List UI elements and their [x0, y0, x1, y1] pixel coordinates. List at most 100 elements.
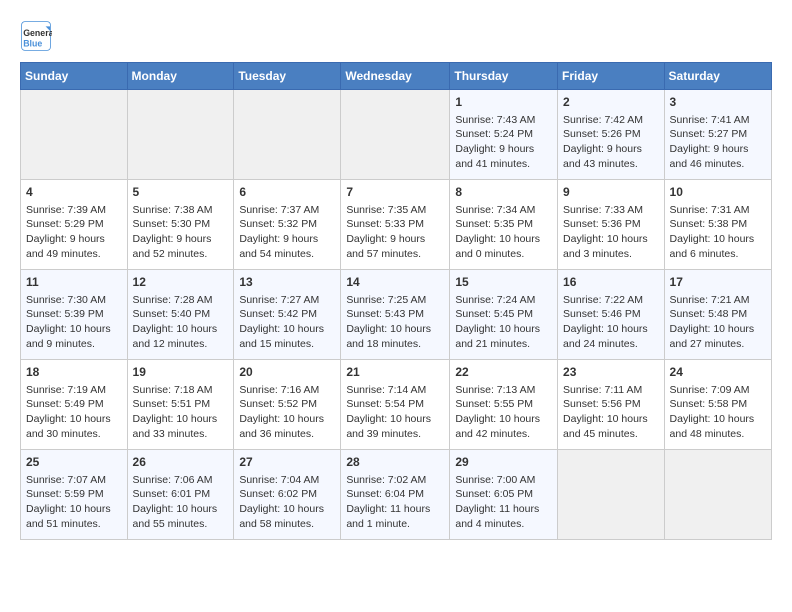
calendar-cell: 25Sunrise: 7:07 AMSunset: 5:59 PMDayligh…	[21, 450, 128, 540]
day-info: Daylight: 11 hours	[455, 502, 552, 517]
day-number: 7	[346, 184, 444, 201]
day-info: Sunrise: 7:42 AM	[563, 113, 659, 128]
day-info: Sunset: 5:45 PM	[455, 307, 552, 322]
day-info: and 58 minutes.	[239, 517, 335, 532]
day-info: Sunset: 5:48 PM	[670, 307, 766, 322]
calendar-cell: 24Sunrise: 7:09 AMSunset: 5:58 PMDayligh…	[664, 360, 771, 450]
calendar-cell: 27Sunrise: 7:04 AMSunset: 6:02 PMDayligh…	[234, 450, 341, 540]
day-number: 26	[133, 454, 229, 471]
day-number: 28	[346, 454, 444, 471]
day-info: and 39 minutes.	[346, 427, 444, 442]
day-info: Daylight: 11 hours	[346, 502, 444, 517]
week-row-3: 18 Sunrise: 7:19 AMSunset: 5:49 PM Dayligh…	[21, 360, 772, 450]
day-info: and 9 minutes.	[26, 337, 122, 352]
day-info: Sunrise: 7:27 AM	[239, 293, 335, 308]
day-number: 6	[239, 184, 335, 201]
day-info: Sunset: 5:36 PM	[563, 217, 659, 232]
calendar-cell: 6Sunrise: 7:37 AMSunset: 5:32 PMDaylight…	[234, 180, 341, 270]
day-info: Daylight: 9 hours	[239, 232, 335, 247]
calendar-cell: 1Sunrise: 7:43 AMSunset: 5:24 PMDaylight…	[450, 90, 558, 180]
day-info: Sunrise: 7:04 AM	[239, 473, 335, 488]
day-info: and 6 minutes.	[670, 247, 766, 262]
day-number: 5	[133, 184, 229, 201]
day-info: Sunrise: 7:19 AM	[26, 383, 122, 398]
header-day-sunday: Sunday	[21, 63, 128, 90]
day-number: 17	[670, 274, 766, 291]
day-info: Sunrise: 7:39 AM	[26, 203, 122, 218]
day-info: and 36 minutes.	[239, 427, 335, 442]
day-info: Sunrise: 7:30 AM	[26, 293, 122, 308]
logo-icon: General Blue	[20, 20, 52, 52]
day-info: Daylight: 10 hours	[455, 412, 552, 427]
day-number: 8	[455, 184, 552, 201]
day-info: and 24 minutes.	[563, 337, 659, 352]
day-info: Sunrise: 7:37 AM	[239, 203, 335, 218]
day-info: Daylight: 10 hours	[455, 232, 552, 247]
day-info: and 43 minutes.	[563, 157, 659, 172]
day-info: Daylight: 10 hours	[563, 232, 659, 247]
day-info: Sunrise: 7:25 AM	[346, 293, 444, 308]
day-number: 1	[455, 94, 552, 111]
day-info: Sunrise: 7:41 AM	[670, 113, 766, 128]
day-info: and 48 minutes.	[670, 427, 766, 442]
calendar-cell: 10Sunrise: 7:31 AMSunset: 5:38 PMDayligh…	[664, 180, 771, 270]
day-info: Sunrise: 7:16 AM	[239, 383, 335, 398]
day-info: and 46 minutes.	[670, 157, 766, 172]
day-info: Sunset: 5:29 PM	[26, 217, 122, 232]
day-info: and 49 minutes.	[26, 247, 122, 262]
svg-text:Blue: Blue	[23, 38, 42, 48]
day-number: 9	[563, 184, 659, 201]
day-info: Sunset: 5:27 PM	[670, 127, 766, 142]
day-info: and 41 minutes.	[455, 157, 552, 172]
day-info: and 21 minutes.	[455, 337, 552, 352]
day-info: Sunrise: 7:06 AM	[133, 473, 229, 488]
day-info: Daylight: 9 hours	[26, 232, 122, 247]
calendar-cell: 11Sunrise: 7:30 AMSunset: 5:39 PMDayligh…	[21, 270, 128, 360]
day-info: and 55 minutes.	[133, 517, 229, 532]
header: General Blue	[20, 20, 772, 52]
day-info: Daylight: 10 hours	[239, 502, 335, 517]
day-info: Sunrise: 7:38 AM	[133, 203, 229, 218]
day-number: 19	[133, 364, 229, 381]
calendar-cell: 2Sunrise: 7:42 AMSunset: 5:26 PMDaylight…	[558, 90, 665, 180]
day-number: 12	[133, 274, 229, 291]
day-info: and 57 minutes.	[346, 247, 444, 262]
day-info: and 15 minutes.	[239, 337, 335, 352]
week-row-1: 4Sunrise: 7:39 AMSunset: 5:29 PMDaylight…	[21, 180, 772, 270]
day-number: 18	[26, 364, 122, 381]
day-info: Daylight: 10 hours	[133, 502, 229, 517]
calendar-cell: 4Sunrise: 7:39 AMSunset: 5:29 PMDaylight…	[21, 180, 128, 270]
calendar-cell	[127, 90, 234, 180]
day-info: Sunrise: 7:02 AM	[346, 473, 444, 488]
header-day-friday: Friday	[558, 63, 665, 90]
calendar-cell: 18Sunrise: 7:19 AMSunset: 5:49 PMDayligh…	[21, 360, 128, 450]
calendar-cell: 19Sunrise: 7:18 AMSunset: 5:51 PMDayligh…	[127, 360, 234, 450]
day-info: Sunset: 6:01 PM	[133, 487, 229, 502]
day-info: Sunset: 5:39 PM	[26, 307, 122, 322]
week-row-2: 11Sunrise: 7:30 AMSunset: 5:39 PMDayligh…	[21, 270, 772, 360]
day-info: Daylight: 10 hours	[670, 322, 766, 337]
day-info: Daylight: 10 hours	[133, 322, 229, 337]
day-info: and 42 minutes.	[455, 427, 552, 442]
day-info: Sunset: 5:49 PM	[26, 397, 122, 412]
calendar-cell: 20Sunrise: 7:16 AMSunset: 5:52 PMDayligh…	[234, 360, 341, 450]
day-info: Sunset: 5:59 PM	[26, 487, 122, 502]
svg-text:General: General	[23, 28, 52, 38]
day-info: Daylight: 10 hours	[455, 322, 552, 337]
day-info: Daylight: 10 hours	[670, 412, 766, 427]
day-info: Sunset: 5:38 PM	[670, 217, 766, 232]
header-day-monday: Monday	[127, 63, 234, 90]
calendar-body: 1Sunrise: 7:43 AMSunset: 5:24 PMDaylight…	[21, 90, 772, 540]
day-info: Sunset: 5:42 PM	[239, 307, 335, 322]
day-number: 2	[563, 94, 659, 111]
day-info: Sunset: 6:04 PM	[346, 487, 444, 502]
day-info: Daylight: 9 hours	[455, 142, 552, 157]
day-info: Sunrise: 7:14 AM	[346, 383, 444, 398]
day-info: Sunrise: 7:35 AM	[346, 203, 444, 218]
day-number: 10	[670, 184, 766, 201]
day-number: 22	[455, 364, 552, 381]
day-info: Sunset: 5:58 PM	[670, 397, 766, 412]
day-info: and 27 minutes.	[670, 337, 766, 352]
day-info: and 4 minutes.	[455, 517, 552, 532]
day-info: Sunrise: 7:22 AM	[563, 293, 659, 308]
